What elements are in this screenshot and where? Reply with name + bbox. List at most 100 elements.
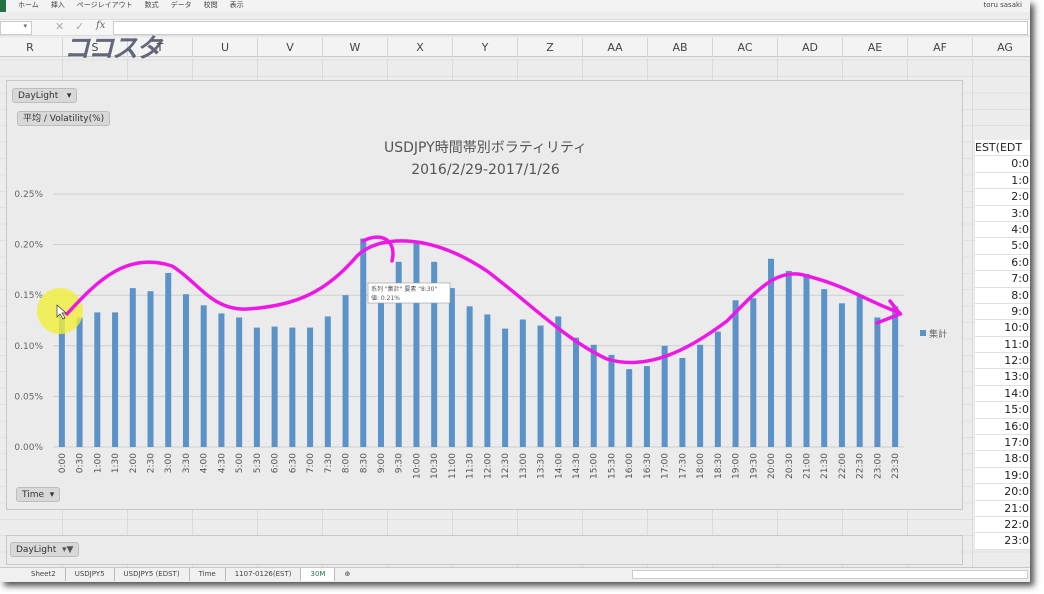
est-cell[interactable]: 3:0 [975,205,1030,222]
bar[interactable] [182,294,189,447]
bar[interactable] [253,327,260,447]
est-cell[interactable]: 6:0 [975,254,1030,272]
column-header[interactable]: AA [583,38,648,57]
column-header[interactable]: AE [843,38,908,57]
column-header[interactable]: Y [453,38,518,57]
est-cell[interactable]: 18:0 [975,451,1030,468]
est-cell[interactable]: 22:0 [975,516,1030,534]
bar[interactable] [555,316,562,447]
x-icon[interactable]: ✕ [55,20,64,33]
bar[interactable] [76,317,83,447]
est-header-cell[interactable]: EST(EDT [975,140,1030,157]
bar[interactable] [342,295,349,447]
bar[interactable] [147,291,154,447]
bar[interactable] [448,288,455,447]
bar[interactable] [874,317,881,447]
est-cell[interactable]: 2:0 [975,189,1030,206]
column-header[interactable]: AD [778,38,843,57]
est-cell[interactable]: 13:0 [975,369,1030,386]
ribbon-tab[interactable]: 表示 [230,0,244,12]
est-cell[interactable]: 1:0 [975,172,1030,190]
est-cell[interactable]: 7:0 [975,271,1030,288]
est-cell[interactable]: 9:0 [975,303,1030,321]
time-axis-field-button[interactable]: Time ▾ [16,487,61,502]
daylight-filter-button-2[interactable]: DayLight ▾▼ [10,542,80,557]
ribbon-tab[interactable]: 数式 [145,0,159,12]
est-cell[interactable]: 15:0 [975,402,1030,419]
ribbon-tab[interactable]: データ [171,0,192,12]
bar[interactable] [785,270,792,447]
bar[interactable] [626,369,633,447]
bar[interactable] [732,300,739,447]
file-tab[interactable] [0,0,6,12]
bar[interactable] [484,314,491,447]
bar[interactable] [519,319,526,447]
bar[interactable] [236,317,243,447]
est-cell[interactable]: 14:0 [975,385,1030,403]
est-cell[interactable]: 0:0 [975,156,1030,173]
add-sheet-icon[interactable]: ⊕ [335,568,359,581]
bar[interactable] [590,344,597,447]
user-name[interactable]: toru sasaki [984,1,1022,9]
bar[interactable] [573,337,580,447]
bar[interactable] [360,238,367,447]
est-cell[interactable]: 5:0 [975,238,1030,255]
est-cell[interactable]: 17:0 [975,435,1030,452]
bar[interactable] [112,312,119,447]
est-cell[interactable]: 20:0 [975,484,1030,501]
bar[interactable] [413,242,420,447]
bar[interactable] [643,366,650,447]
bar[interactable] [466,306,473,447]
est-cell[interactable]: 23:0 [975,533,1030,550]
bar[interactable] [200,305,207,447]
column-header[interactable]: X [388,38,453,57]
bar[interactable] [271,326,278,447]
est-cell[interactable]: 8:0 [975,287,1030,304]
column-header[interactable]: W [323,38,388,57]
bar[interactable] [165,272,172,447]
bar[interactable] [129,288,136,447]
bar[interactable] [94,312,101,447]
bar[interactable] [892,306,899,447]
ribbon-tab[interactable]: ホーム [18,0,39,12]
est-cell[interactable]: 11:0 [975,336,1030,354]
column-header[interactable]: U [193,38,258,57]
column-header[interactable]: AF [908,38,973,57]
bar[interactable] [377,283,384,447]
est-cell[interactable]: 16:0 [975,418,1030,436]
pivot-chart[interactable]: DayLight ▾ 平均 / Volatility(%) USDJPY時間帯別… [6,80,963,510]
sheet-tab[interactable]: USDJPY5 [66,568,115,581]
sheet-tab[interactable]: 1107-0126(EST) [226,568,302,581]
sheet-tab[interactable]: 30M [301,568,336,581]
ribbon-tab[interactable]: 校閲 [204,0,218,12]
est-cell[interactable]: 10:0 [975,320,1030,337]
bar[interactable] [502,328,509,447]
bar[interactable] [679,357,686,447]
bar[interactable] [608,354,615,447]
bar[interactable] [307,327,314,447]
column-header[interactable]: Z [518,38,583,57]
horizontal-scrollbar[interactable] [632,570,1028,579]
column-header[interactable]: AG [973,38,1030,57]
name-box[interactable]: ▾ [0,21,32,35]
bar[interactable] [768,258,775,447]
bar[interactable] [821,289,828,447]
est-cell[interactable]: 4:0 [975,221,1030,239]
est-cell[interactable]: 21:0 [975,500,1030,517]
bar[interactable] [714,331,721,447]
bar[interactable] [289,327,296,447]
bar[interactable] [537,325,544,447]
column-header[interactable]: AB [648,38,713,57]
column-header[interactable]: V [258,38,323,57]
est-cell[interactable]: 12:0 [975,353,1030,370]
bar[interactable] [803,273,810,447]
column-header[interactable]: R [0,38,63,57]
bar[interactable] [324,316,331,447]
bar[interactable] [697,344,704,447]
bar[interactable] [856,295,863,447]
ribbon-tab[interactable]: 挿入 [51,0,65,12]
est-cell[interactable]: 19:0 [975,467,1030,485]
bar[interactable] [750,298,757,447]
bar[interactable] [838,303,845,447]
bar[interactable] [218,313,225,447]
